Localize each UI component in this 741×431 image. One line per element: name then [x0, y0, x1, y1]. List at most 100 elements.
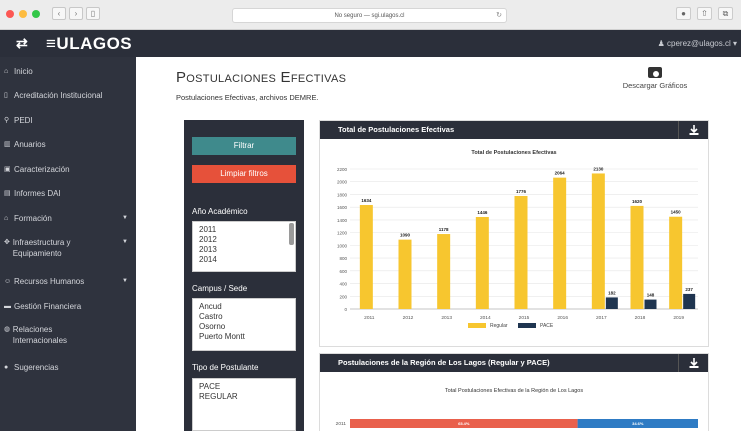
settings-icon[interactable]: ● [676, 7, 691, 20]
y-tick-label: 1000 [337, 243, 348, 248]
sidebar-item-label: Recursos Humanos [14, 277, 85, 286]
bar-regular [514, 195, 528, 309]
card-header: Total de Postulaciones Efectivas [320, 121, 708, 139]
campus-select[interactable]: Ancud Castro Osorno Puerto Montt [192, 298, 296, 351]
bar-regular [630, 205, 644, 309]
campus-option[interactable]: Castro [199, 312, 289, 322]
year-select[interactable]: 2011 2012 2013 2014 [192, 221, 296, 272]
sidebar-item-anuarios[interactable]: ▥ Anuarios [4, 139, 46, 150]
data-label: 2130 [593, 166, 604, 171]
card-title: Postulaciones de la Región de Los Lagos … [338, 358, 550, 367]
applicant-type-select[interactable]: PACE REGULAR [192, 378, 296, 431]
address-bar[interactable]: No seguro — sgi.ulagos.cl ↻ [232, 8, 507, 23]
sidebar-item-label: Relaciones Internacionales [12, 325, 68, 345]
sidebar-item-label: Infraestructura y Equipamiento [12, 238, 71, 258]
chevron-down-icon[interactable]: ▼ [122, 215, 128, 221]
x-tick-label: 2016 [557, 315, 568, 321]
file-icon: ▤ [4, 190, 11, 197]
bar-regular [669, 216, 683, 309]
download-icon [689, 125, 698, 135]
user-menu[interactable]: ♟ cperez@ulagos.cl ▾ [658, 39, 737, 48]
y-tick-label: 0 [344, 307, 347, 312]
sidebar-item-relaciones[interactable]: ◍ Relaciones Internacionales [4, 324, 94, 346]
y-tick-label: 1800 [337, 192, 348, 197]
tabs-icon[interactable]: ⧉ [718, 7, 733, 20]
download-chart-button[interactable] [678, 354, 708, 372]
data-label: 1620 [632, 199, 643, 204]
sidebar-item-recursos-humanos[interactable]: ☺ Recursos Humanos [4, 276, 84, 287]
data-label: 1446 [477, 210, 488, 215]
data-label: 148 [647, 293, 655, 298]
x-tick-label: 2012 [403, 315, 414, 321]
sidebar-item-pedi[interactable]: ⚲ PEDI [4, 115, 33, 126]
x-tick-label: 2013 [441, 315, 452, 321]
sidebar-item-sugerencias[interactable]: ● Sugerencias [4, 362, 58, 373]
year-option[interactable]: 2014 [199, 255, 289, 265]
reload-icon[interactable]: ↻ [496, 9, 502, 23]
data-label: 1634 [361, 198, 372, 203]
campus-option[interactable]: Ancud [199, 302, 289, 312]
main-content: Postulaciones Efectivas Postulaciones Ef… [136, 57, 741, 431]
home-icon: ⌂ [4, 68, 9, 75]
year-option[interactable]: 2012 [199, 235, 289, 245]
bar-regular [398, 239, 412, 309]
download-charts-label: Descargar Gráficos [622, 81, 688, 90]
network-icon: ⚲ [4, 117, 10, 124]
ulagos-logo[interactable]: ≡ULAGOS [46, 34, 132, 54]
y-tick-label: 1400 [337, 218, 348, 223]
chevron-down-icon[interactable]: ▼ [122, 239, 128, 245]
sidebar-item-infraestructura[interactable]: ✥ Infraestructura y Equipamiento [4, 237, 104, 259]
browser-toolbar: ‹ › ▯ No seguro — sgi.ulagos.cl ↻ ● ⇧ ⧉ [0, 0, 741, 30]
clear-filters-button[interactable]: Limpiar filtros [192, 165, 296, 183]
sidebar-item-informes-dai[interactable]: ▤ Informes DAI [4, 188, 61, 199]
sidebar-icon[interactable]: ▯ [86, 7, 100, 20]
data-label: 237 [685, 287, 693, 292]
y-tick-label: 400 [339, 282, 347, 287]
year-option[interactable]: 2011 [199, 225, 289, 235]
minimize-window-button[interactable] [19, 10, 27, 18]
chevron-down-icon[interactable]: ▼ [122, 278, 128, 284]
sidebar-item-label: Inicio [14, 67, 33, 76]
legend-label: Regular [490, 323, 508, 329]
campus-option[interactable]: Puerto Montt [199, 332, 289, 342]
filter-button[interactable]: Filtrar [192, 137, 296, 155]
y-tick-label: 1200 [337, 231, 348, 236]
sidebar-item-inicio[interactable]: ⌂ Inicio [4, 66, 33, 77]
data-label: 65.4% [458, 421, 470, 426]
download-chart-button[interactable] [678, 121, 708, 139]
share-icon[interactable]: ⇧ [697, 7, 712, 20]
scrollbar[interactable] [289, 223, 294, 245]
sidebar-item-formacion[interactable]: ⌂ Formación [4, 213, 132, 224]
download-icon [689, 358, 698, 368]
card-title: Total de Postulaciones Efectivas [338, 125, 455, 134]
forward-icon[interactable]: › [69, 7, 83, 20]
data-label: 1090 [400, 233, 411, 238]
applicant-type-option[interactable]: REGULAR [199, 392, 289, 402]
user-icon: ♟ [657, 39, 668, 48]
x-tick-label: 2018 [635, 315, 646, 321]
sidebar: ⌂ Inicio ▯ Acreditación Institucional ⚲ … [0, 57, 136, 431]
card-header: Postulaciones de la Región de Los Lagos … [320, 354, 708, 372]
campus-label: Campus / Sede [192, 284, 248, 293]
help-icon: ● [4, 364, 9, 371]
sidebar-item-label: Caracterización [14, 165, 70, 174]
year-option[interactable]: 2013 [199, 245, 289, 255]
tools-icon: ✥ [4, 239, 10, 246]
url-text: No seguro — sgi.ulagos.cl [334, 13, 405, 19]
close-window-button[interactable] [6, 10, 14, 18]
sidebar-item-caracterizacion[interactable]: ▣ Caracterización [4, 164, 70, 175]
campus-option[interactable]: Osorno [199, 322, 289, 332]
menu-toggle-icon[interactable]: ⇄ [16, 35, 28, 52]
sidebar-item-label: Sugerencias [14, 363, 59, 372]
data-label: 2064 [555, 171, 566, 176]
x-tick-label: 2017 [596, 315, 607, 321]
page-title: Postulaciones Efectivas [176, 69, 347, 86]
applicant-type-option[interactable]: PACE [199, 382, 289, 392]
back-icon[interactable]: ‹ [52, 7, 66, 20]
sidebar-item-gestion-financiera[interactable]: ▬ Gestión Financiera [4, 301, 81, 312]
sidebar-item-acreditacion[interactable]: ▯ Acreditación Institucional [4, 90, 103, 101]
page-subtitle: Postulaciones Efectivas, archivos DEMRE. [176, 93, 319, 102]
zoom-window-button[interactable] [32, 10, 40, 18]
data-label: 34.6% [632, 421, 644, 426]
download-charts-button[interactable]: Descargar Gráficos [620, 67, 690, 90]
